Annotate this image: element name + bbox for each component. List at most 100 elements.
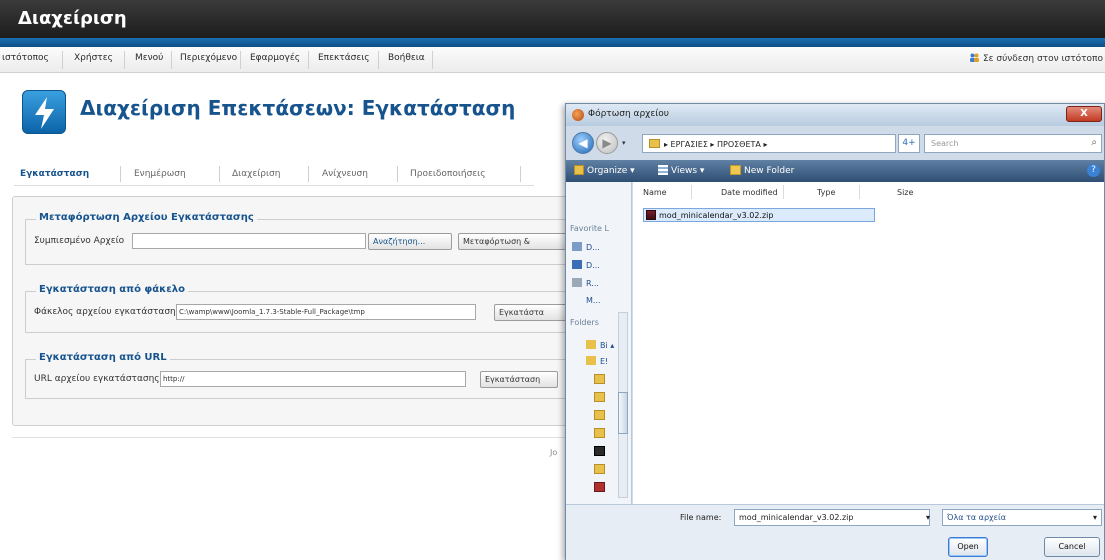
dialog-close-button[interactable]: X: [1066, 106, 1102, 122]
footer-text: Jo: [550, 448, 558, 457]
url-input[interactable]: http://: [160, 371, 466, 387]
organize-button[interactable]: Organize ▾: [574, 165, 635, 176]
folder-tree-item[interactable]: Bi ▴: [586, 340, 614, 350]
favorites-header: Favorite L: [570, 224, 609, 233]
tab-warnings[interactable]: Προειδοποιήσεις: [410, 163, 485, 185]
refresh-button[interactable]: 4+: [898, 134, 920, 153]
tabs-underline: [14, 185, 534, 186]
folder-icon: [586, 356, 596, 365]
help-icon[interactable]: ?: [1087, 164, 1100, 177]
dialog-titlebar[interactable]: Φόρτωση αρχείου X: [566, 104, 1104, 126]
favorite-link[interactable]: D...: [572, 242, 600, 252]
dialog-bottom-bar: File name: mod_minicalendar_v3.02.zip ▾ …: [566, 504, 1104, 560]
navigation-pane: Favorite L D... D... R... M... Folders B…: [566, 182, 632, 504]
url-label: URL αρχείου εγκατάστασης: [34, 374, 160, 384]
folders-header[interactable]: Folders: [570, 318, 599, 327]
favorite-link[interactable]: M...: [586, 296, 601, 305]
menu-users[interactable]: Χρήστες: [74, 53, 113, 63]
filename-label: File name:: [680, 513, 722, 522]
dialog-toolbar: Organize ▾ Views ▾ New Folder ?: [566, 160, 1104, 182]
new-folder-icon: [730, 165, 741, 175]
views-icon: [658, 165, 668, 175]
filename-input[interactable]: mod_minicalendar_v3.02.zip: [734, 509, 930, 526]
url-install-button[interactable]: Εγκατάσταση: [480, 371, 558, 388]
dialog-title: Φόρτωση αρχείου: [588, 109, 669, 119]
tab-divider: [219, 166, 220, 182]
folder-fieldset: Εγκατάσταση από φάκελο Φάκελος αρχείου ε…: [25, 284, 586, 333]
folder-path-input[interactable]: C:\wamp\www\Joomla_1.7.3-Stable-Full_Pac…: [176, 304, 476, 320]
folder-tree-label: E!: [600, 357, 609, 366]
file-list: Name Date modified Type Size mod_minical…: [633, 182, 1104, 504]
filename-dropdown-icon[interactable]: ▾: [922, 509, 934, 526]
menu-divider: [124, 51, 125, 69]
archive-icon[interactable]: [594, 446, 605, 456]
address-bar[interactable]: ▸ ΕΡΓΑΣΙΕΣ ▸ ΠΡΟΣΘΕΤΑ ▸: [642, 134, 896, 153]
favorite-link-label: R...: [586, 279, 599, 288]
menu-divider: [378, 51, 379, 69]
zip-file-icon: [646, 210, 656, 220]
organize-label: Organize ▾: [587, 166, 635, 176]
organize-icon: [574, 165, 584, 175]
favorite-link[interactable]: D...: [572, 260, 600, 270]
menu-extensions[interactable]: Επεκτάσεις: [318, 53, 370, 63]
folder-icon[interactable]: [594, 410, 605, 420]
online-status-label: Σε σύνδεση στον ιστότοπο: [982, 54, 1103, 64]
online-status[interactable]: Σε σύνδεση στον ιστότοπο: [969, 53, 1103, 64]
column-divider: [859, 185, 860, 199]
menu-content[interactable]: Περιεχόμενο: [180, 53, 237, 63]
folder-tree-label: Bi ▴: [600, 341, 615, 350]
menu-components[interactable]: Εφαρμογές: [250, 53, 300, 63]
column-name[interactable]: Name: [643, 188, 667, 197]
browse-button[interactable]: Αναζήτηση...: [368, 233, 452, 250]
menu-help[interactable]: Βοήθεια: [388, 53, 425, 63]
folder-icon[interactable]: [594, 464, 605, 474]
folder-icon: [586, 340, 596, 349]
menu-divider: [62, 51, 63, 69]
folders-scrollbar-thumb[interactable]: [618, 392, 628, 434]
tab-install[interactable]: Εγκατάσταση: [20, 163, 89, 185]
views-button[interactable]: Views ▾: [658, 165, 704, 176]
folder-icon: [649, 139, 660, 148]
menu-menus[interactable]: Μενού: [135, 53, 163, 63]
recent-pages-arrow-icon[interactable]: ▾: [622, 139, 626, 147]
search-input[interactable]: Search ⌕: [924, 134, 1102, 153]
computer-icon: [572, 260, 582, 269]
tab-update[interactable]: Ενημέρωση: [134, 163, 186, 185]
chevron-down-icon: ▾: [1092, 513, 1097, 522]
file-item[interactable]: mod_minicalendar_v3.02.zip: [643, 208, 875, 222]
forward-button[interactable]: ▶: [596, 132, 618, 154]
upload-file-input[interactable]: [132, 233, 366, 249]
app-title: Διαχείριση: [18, 8, 127, 29]
page-title: Διαχείριση Επεκτάσεων: Εγκατάσταση: [80, 96, 516, 120]
open-button[interactable]: Open: [948, 537, 988, 557]
favorite-link[interactable]: R...: [572, 278, 599, 288]
column-type[interactable]: Type: [817, 188, 835, 197]
address-row: ◀ ▶ ▾ ▸ ΕΡΓΑΣΙΕΣ ▸ ΠΡΟΣΘΕΤΑ ▸ 4+ Search …: [566, 129, 1104, 157]
archive-icon[interactable]: [594, 482, 605, 492]
menu-site[interactable]: ιστότοπος: [2, 53, 49, 63]
folder-icon[interactable]: [594, 374, 605, 384]
folder-icon[interactable]: [594, 392, 605, 402]
menu-divider: [240, 51, 241, 69]
admin-header: Διαχείριση: [0, 0, 1105, 38]
file-item-name: mod_minicalendar_v3.02.zip: [659, 211, 774, 220]
users-icon: [969, 53, 979, 62]
tab-divider: [120, 166, 121, 182]
back-button[interactable]: ◀: [572, 132, 594, 154]
filetype-select[interactable]: Όλα τα αρχεία ▾: [942, 509, 1102, 526]
new-folder-button[interactable]: New Folder: [730, 165, 794, 176]
tab-divider: [308, 166, 309, 182]
tab-divider: [520, 166, 521, 182]
favorite-link-label: D...: [586, 261, 600, 270]
upload-fieldset: Μεταφόρτωση Αρχείου Εγκατάστασης Συμπιεσ…: [25, 212, 586, 265]
folder-icon[interactable]: [594, 428, 605, 438]
column-size[interactable]: Size: [897, 188, 913, 197]
column-date-modified[interactable]: Date modified: [721, 188, 778, 197]
cancel-button[interactable]: Cancel: [1044, 537, 1100, 557]
header-stripe: [0, 38, 1105, 47]
desktop-icon: [572, 242, 582, 251]
tab-manage[interactable]: Διαχείριση: [232, 163, 280, 185]
folder-tree-item[interactable]: E!: [586, 356, 608, 366]
favorite-link-label: D...: [586, 243, 600, 252]
tab-discover[interactable]: Ανίχνευση: [322, 163, 368, 185]
